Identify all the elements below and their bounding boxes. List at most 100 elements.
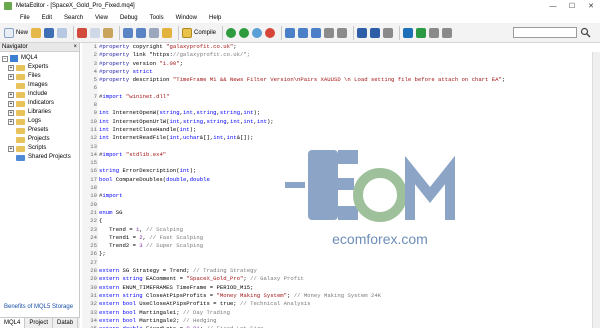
mql4-icon [10,55,18,62]
vertical-scrollbar[interactable] [592,52,600,328]
code-line[interactable]: 5 #property description "TimeFrame M1 && … [94,76,599,84]
navigator-close-icon[interactable]: × [73,43,77,52]
line-number: 8 [93,101,97,109]
minimize-button[interactable]: — [544,0,562,12]
start-debug-history-icon[interactable] [239,27,250,38]
code-line[interactable]: 4 #property strict [94,67,599,76]
menu-window[interactable]: Window [170,15,203,21]
maximize-button[interactable]: ☐ [563,0,581,12]
save-all-icon[interactable] [57,27,68,38]
menu-tools[interactable]: Tools [144,15,170,21]
expand-icon[interactable]: + [8,100,14,107]
code-line[interactable]: 27 [90,259,599,267]
close-button[interactable]: ✕ [582,0,600,12]
tree-item-shared-projects[interactable]: Shared Projects [0,153,79,162]
find-icon[interactable] [149,27,160,38]
code-line[interactable]: 7 #import "wininet.dll" [94,93,599,101]
expand-icon[interactable]: + [8,91,14,98]
code-line[interactable]: 32 extern bool UseCloseAtPipsProfits = tr… [90,300,599,308]
code-line[interactable]: 1 #property copyright "galaxyprofit.co.uk… [94,43,599,51]
search-input[interactable] [513,27,577,38]
menu-debug[interactable]: Debug [114,15,144,21]
menu-edit[interactable]: Edit [36,15,58,21]
tree-item-scripts[interactable]: + Scripts [0,144,79,153]
expand-icon[interactable]: + [8,145,14,152]
cut-icon[interactable] [77,27,88,38]
code-line-text: int InternetOpenW(string,int,string,stri… [99,109,261,117]
compile-button[interactable]: Compile [182,26,216,40]
tree-root-mql4[interactable]: − MQL4 [0,54,79,63]
step-into-icon[interactable] [285,27,296,38]
code-line[interactable]: 9 int InternetOpenW(string,int,string,str… [94,109,599,117]
expand-icon[interactable]: + [8,64,14,71]
undo-icon[interactable] [123,27,134,38]
menu-file[interactable]: File [14,15,36,21]
code-line-text: #property strict [99,67,153,75]
save-icon[interactable] [44,27,55,38]
tree-item-projects[interactable]: Projects [0,135,79,144]
code-line[interactable]: 29 extern string EAComment = "SpaceX_Gold… [90,275,599,283]
start-debug-real-icon[interactable] [226,27,237,38]
mql5-storage-link[interactable]: Benefits of MQL5 Storage [4,304,73,310]
navigator-toggle-icon[interactable] [442,27,453,38]
terminal-icon[interactable] [416,27,427,38]
line-number: 12 [90,134,97,142]
profiler-icon[interactable] [357,27,368,38]
code-line[interactable]: 2 #property link "https://galaxyprofit.co… [94,51,599,59]
tree-item-indicators[interactable]: + Indicators [0,99,79,108]
breakpoint-icon[interactable] [324,27,335,38]
tab-project[interactable]: Project [25,318,54,328]
redo-icon[interactable] [136,27,147,38]
code-line[interactable]: 34 extern bool Martingale2; // Hedging [90,317,599,325]
expand-icon[interactable]: + [8,109,14,116]
menu-search[interactable]: Search [58,15,89,21]
compile-icon [182,27,193,38]
copy-icon[interactable] [90,27,101,38]
tab-mql4[interactable]: MQL4 [0,318,26,328]
code-line-text: #import [99,192,123,200]
stop-profiler-icon[interactable] [383,27,394,38]
expand-icon[interactable]: + [8,118,14,125]
profiler-history-icon[interactable] [370,27,381,38]
code-line[interactable]: 3 #property version "1.00"; [94,60,599,68]
tab-database[interactable]: Datab [53,318,79,328]
code-line[interactable]: 10 int InternetOpenUrlW(int,string,string… [90,118,599,126]
code-line[interactable]: 31 extern string CloseAtPipsProfits = "Mo… [90,292,599,300]
tree-item-libraries[interactable]: + Libraries [0,108,79,117]
menu-view[interactable]: View [89,15,114,21]
navigator-tree: − MQL4 + Experts + Files Images + Includ… [0,52,79,162]
step-out-icon[interactable] [311,27,322,38]
open-folder-icon[interactable] [31,27,42,38]
stop-icon[interactable] [265,27,276,38]
pause-icon[interactable] [252,27,263,38]
tree-item-presets[interactable]: Presets [0,126,79,135]
search-icon[interactable] [580,27,591,38]
toolbox-icon[interactable] [429,27,440,38]
code-line[interactable]: 8 [94,101,599,109]
menu-help[interactable]: Help [203,15,227,21]
tree-item-images[interactable]: Images [0,81,79,90]
remove-breakpoints-icon[interactable] [337,27,348,38]
tree-item-include[interactable]: + Include [0,90,79,99]
collapse-icon[interactable]: − [2,55,8,62]
code-line[interactable]: 11 int InternetCloseHandle(int); [90,126,599,134]
step-over-icon[interactable] [298,27,309,38]
tree-item-logs[interactable]: + Logs [0,117,79,126]
code-line[interactable]: 26}; [90,250,599,258]
code-line[interactable]: 28 extern SG Strategy = Trend; // Trading… [90,267,599,275]
folder-icon [16,109,25,116]
new-button[interactable]: New [4,26,28,40]
strategy-tester-icon[interactable] [403,27,414,38]
bookmark-icon[interactable] [162,27,173,38]
code-line-text: extern ENUM_TIMEFRAMES TimeFrame = PERIO… [99,283,254,291]
code-line[interactable]: 6 [94,84,599,92]
tree-item-files[interactable]: + Files [0,72,79,81]
line-number: 7 [93,92,97,100]
expand-icon[interactable]: + [8,73,14,80]
code-line[interactable]: 33 extern bool Martingale1; // Day Tradin… [90,309,599,317]
tree-item-experts[interactable]: + Experts [0,63,79,72]
paste-icon[interactable] [103,27,114,38]
code-line[interactable]: 30 extern ENUM_TIMEFRAMES TimeFrame = PER… [90,283,599,292]
